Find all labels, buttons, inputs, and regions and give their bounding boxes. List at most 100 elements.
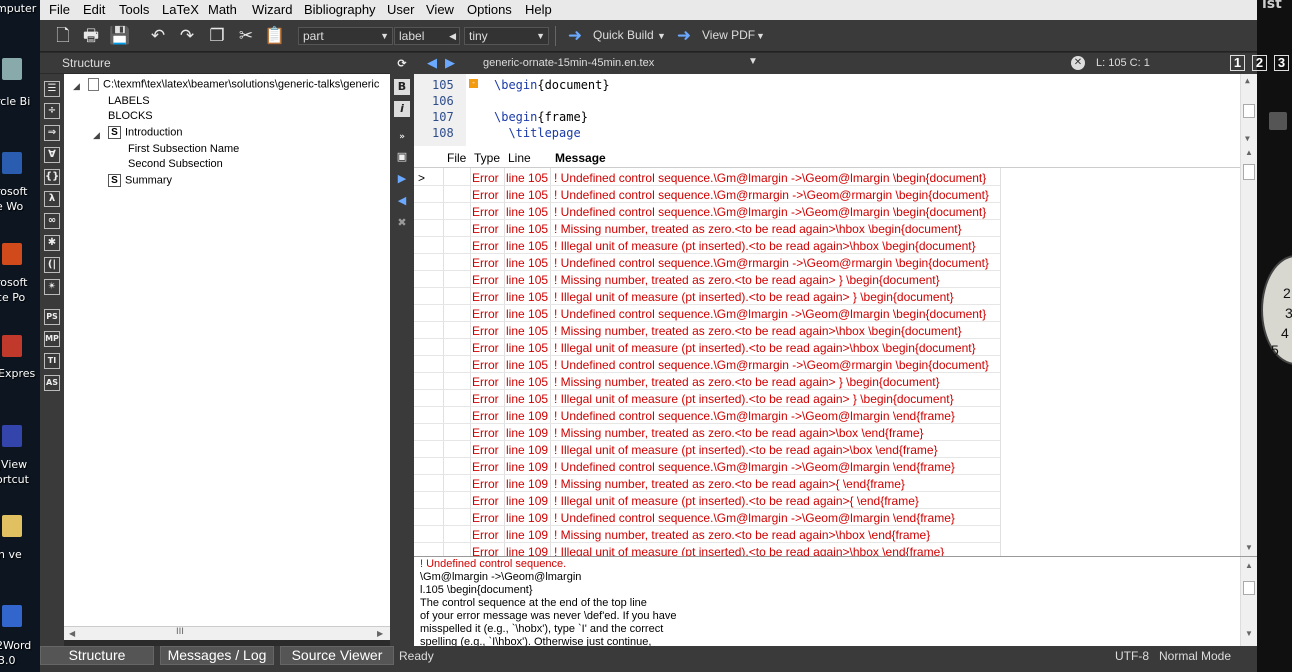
infinity-symbol-icon[interactable]: ∞: [44, 213, 60, 229]
delimiters-icon[interactable]: {}: [44, 169, 60, 185]
column-type[interactable]: Type: [474, 151, 500, 165]
source-viewer-tab-button[interactable]: Source Viewer: [280, 646, 394, 665]
table-row[interactable]: Error line 105 ! Illegal unit of measure (…: [414, 390, 1240, 407]
next-error-icon[interactable]: ▶: [394, 171, 410, 187]
tree-section-summary[interactable]: S Summary: [108, 174, 172, 187]
quick-build-button[interactable]: Quick Build: [593, 28, 654, 42]
open-file-icon[interactable]: 🖶: [80, 25, 102, 47]
menu-options[interactable]: Options: [467, 2, 512, 17]
undo-icon[interactable]: ↶: [147, 25, 169, 47]
tree-item-blocks[interactable]: BLOCKS: [108, 110, 153, 122]
scroll-down-icon[interactable]: ▼: [1245, 134, 1250, 143]
close-document-icon[interactable]: ✕: [1071, 56, 1085, 70]
table-row[interactable]: Error line 105 ! Undefined control sequenc…: [414, 305, 1240, 322]
tree-collapse-icon[interactable]: ◢: [93, 130, 100, 141]
table-row[interactable]: Error line 105 ! Illegal unit of measure (…: [414, 339, 1240, 356]
refresh-icon[interactable]: ⟳: [394, 56, 410, 72]
table-row[interactable]: Error line 105 ! Illegal unit of measure (…: [414, 288, 1240, 305]
tikz-icon[interactable]: TI: [44, 353, 60, 369]
menu-latex[interactable]: LaTeX: [162, 2, 199, 17]
quick-build-arrow-icon[interactable]: ➜: [564, 25, 586, 47]
relation-icon[interactable]: ÷: [44, 103, 60, 119]
italic-icon[interactable]: i: [394, 101, 410, 117]
scroll-down-icon[interactable]: ▼: [1245, 543, 1253, 552]
pstricks-icon[interactable]: PS: [44, 309, 60, 325]
scroll-up-icon[interactable]: ▲: [1245, 148, 1253, 157]
view-pdf-button[interactable]: View PDF: [702, 28, 755, 42]
table-row[interactable]: Error line 105 ! Undefined control sequenc…: [414, 356, 1240, 373]
table-row[interactable]: Error line 105 ! Missing number, treated a…: [414, 271, 1240, 288]
log-view-icon[interactable]: ▣: [394, 149, 410, 165]
column-message[interactable]: Message: [555, 151, 606, 165]
table-row[interactable]: Error line 109 ! Undefined control sequenc…: [414, 509, 1240, 526]
greek-letters-icon[interactable]: λ: [44, 191, 60, 207]
tree-root-file[interactable]: C:\texmf\tex\latex\beamer\solutions\gene…: [88, 78, 379, 91]
scroll-left-icon[interactable]: ◀: [69, 629, 75, 638]
structure-view-icon[interactable]: ☰: [44, 81, 60, 97]
new-file-icon[interactable]: 🗋: [52, 25, 74, 47]
scroll-down-icon[interactable]: ▼: [1245, 629, 1253, 638]
table-row[interactable]: > Error line 105 ! Undefined control sequen…: [414, 169, 1240, 186]
word-icon[interactable]: [2, 152, 22, 174]
menu-bibliography[interactable]: Bibliography: [304, 2, 376, 17]
document-tab[interactable]: generic-ornate-15min-45min.en.tex: [483, 57, 654, 69]
chevron-down-icon[interactable]: ▼: [657, 31, 666, 41]
table-row[interactable]: Error line 109 ! Missing number, treated a…: [414, 475, 1240, 492]
menu-tools[interactable]: Tools: [119, 2, 149, 17]
table-row[interactable]: Error line 109 ! Missing number, treated a…: [414, 424, 1240, 441]
view-2-button[interactable]: 2: [1252, 55, 1267, 71]
detail-vertical-scrollbar[interactable]: ▲ ▼: [1240, 557, 1257, 646]
table-row[interactable]: Error line 105 ! Missing number, treated a…: [414, 322, 1240, 339]
view-3-button[interactable]: 3: [1274, 55, 1289, 71]
tree-section-introduction[interactable]: S Introduction: [108, 126, 182, 139]
table-row[interactable]: Error line 105 ! Missing number, treated a…: [414, 373, 1240, 390]
table-row[interactable]: Error line 105 ! Undefined control sequenc…: [414, 254, 1240, 271]
menu-help[interactable]: Help: [525, 2, 552, 17]
view-1-button[interactable]: 1: [1230, 55, 1245, 71]
table-row[interactable]: Error line 109 ! Illegal unit of measure (…: [414, 543, 1240, 556]
save-icon[interactable]: 💾: [109, 25, 131, 47]
next-document-icon[interactable]: ▶: [445, 55, 455, 71]
menu-wizard[interactable]: Wizard: [252, 2, 292, 17]
user-symbols-icon[interactable]: ✴: [44, 279, 60, 295]
view-pdf-arrow-icon[interactable]: ➜: [673, 25, 695, 47]
misc-symbols-icon[interactable]: ∀: [44, 147, 60, 163]
column-file[interactable]: File: [447, 151, 466, 165]
arrow-symbols-icon[interactable]: ⇒: [44, 125, 60, 141]
scroll-up-icon[interactable]: ▲: [1245, 76, 1250, 85]
table-row[interactable]: Error line 105 ! Undefined control sequenc…: [414, 203, 1240, 220]
menu-file[interactable]: File: [49, 2, 70, 17]
tree-item-labels[interactable]: LABELS: [108, 95, 150, 107]
structure-tab-button[interactable]: Structure: [40, 646, 154, 665]
table-row[interactable]: Error line 109 ! Illegal unit of measure (…: [414, 492, 1240, 509]
tree-subsection-second[interactable]: Second Subsection: [128, 158, 223, 170]
scroll-thumb[interactable]: [1243, 164, 1255, 180]
scroll-thumb[interactable]: [1243, 581, 1255, 595]
messages-vertical-scrollbar[interactable]: ▲ ▼: [1240, 146, 1257, 556]
log-detail-pane[interactable]: ! Undefined control sequence. \Gm@lmargi…: [414, 556, 1257, 646]
word-converter-icon[interactable]: [2, 605, 22, 627]
copy-icon[interactable]: ❐: [206, 25, 228, 47]
facebook-icon[interactable]: [1269, 112, 1287, 130]
chevron-down-icon[interactable]: ▼: [748, 56, 758, 67]
previous-document-icon[interactable]: ◀: [427, 55, 437, 71]
paste-icon[interactable]: 📋: [264, 25, 286, 47]
recycle-bin-icon[interactable]: [2, 58, 22, 80]
menu-math[interactable]: Math: [208, 2, 237, 17]
menu-edit[interactable]: Edit: [83, 2, 105, 17]
table-row[interactable]: Error line 105 ! Undefined control sequenc…: [414, 186, 1240, 203]
operators-icon[interactable]: ✱: [44, 235, 60, 251]
express-icon[interactable]: [2, 335, 22, 357]
code-editor[interactable]: 105 106 107 108 - \begin{document} \begi…: [414, 74, 1257, 146]
menu-view[interactable]: View: [426, 2, 454, 17]
scroll-up-icon[interactable]: ▲: [1245, 561, 1253, 570]
bold-icon[interactable]: B: [394, 79, 410, 95]
brackets-icon[interactable]: (|: [44, 257, 60, 273]
metapost-icon[interactable]: MP: [44, 331, 60, 347]
table-row[interactable]: Error line 109 ! Illegal unit of measure (…: [414, 441, 1240, 458]
clear-icon[interactable]: ✖: [394, 215, 410, 231]
previous-error-icon[interactable]: ◀: [394, 193, 410, 209]
tree-subsection-first[interactable]: First Subsection Name: [128, 143, 239, 155]
redo-icon[interactable]: ↷: [176, 25, 198, 47]
cut-icon[interactable]: ✂: [235, 25, 257, 47]
